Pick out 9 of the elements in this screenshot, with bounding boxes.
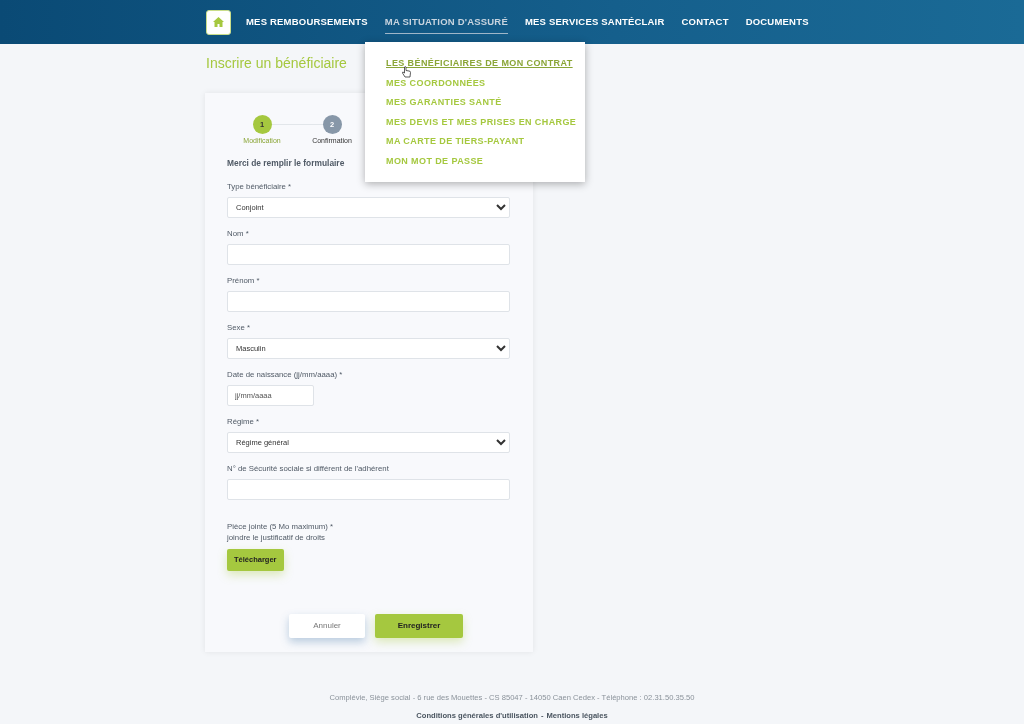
form-intro: Merci de remplir le formulaire	[227, 158, 345, 168]
nav-link[interactable]: MES SERVICES SANTÉCLAIR	[524, 10, 665, 34]
cancel-button[interactable]: Annuler	[289, 613, 365, 638]
nav-link[interactable]: CONTACT	[681, 10, 729, 34]
nav-link[interactable]: MA SITUATION D'ASSURÉ	[384, 10, 508, 34]
nav-link[interactable]: MES REMBOURSEMENTS	[246, 10, 368, 34]
page-title: Inscrire un bénéficiaire	[206, 55, 347, 73]
nav-link[interactable]: DOCUMENTS	[745, 10, 809, 34]
save-button[interactable]: Enregistrer	[375, 613, 463, 638]
